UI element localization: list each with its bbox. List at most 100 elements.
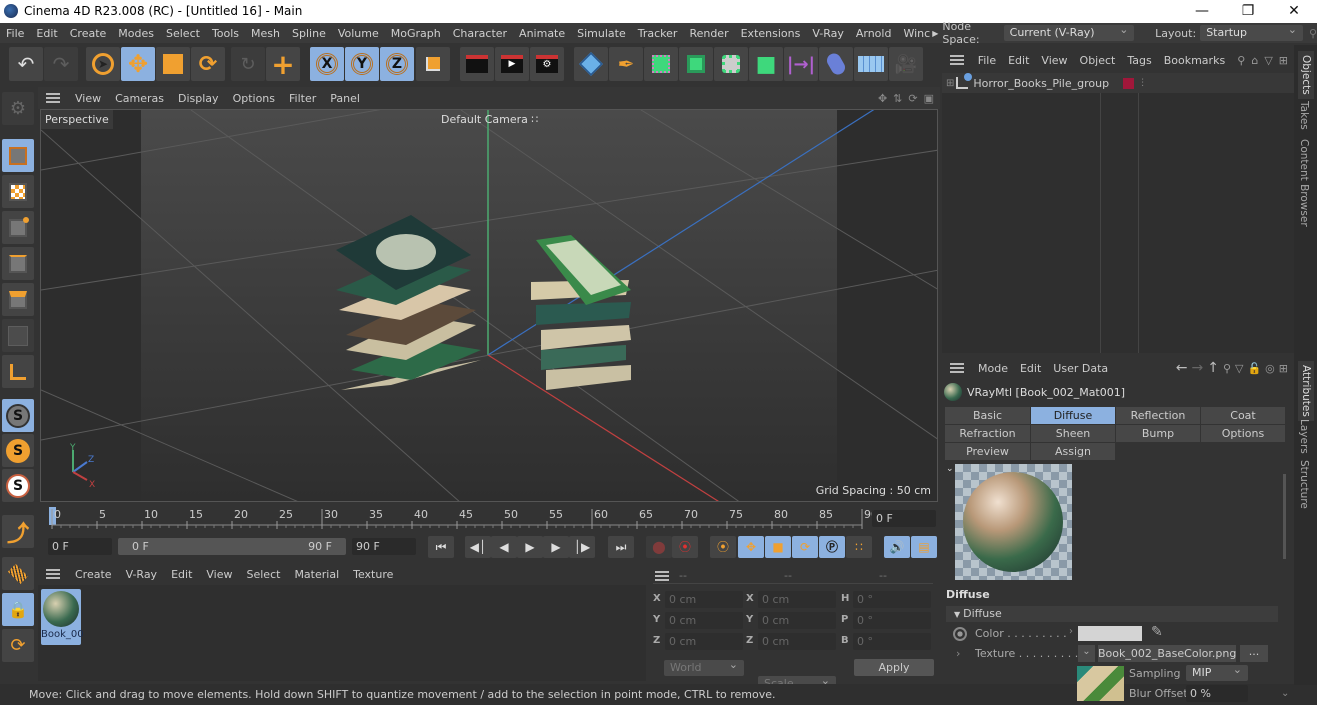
prev-key-button[interactable]: ◀│ (465, 536, 491, 558)
play-button[interactable]: ▶ (517, 536, 543, 558)
object-name[interactable]: Horror_Books_Pile_group (973, 77, 1109, 90)
timeline-ruler[interactable]: 0 5 10 15 20 25 30 35 40 45 50 55 60 65 70 75 80 85 90 (40, 503, 938, 536)
coord-space-dropdown[interactable]: World (664, 657, 744, 676)
apply-button[interactable]: Apply (854, 659, 934, 676)
tab-preview-settings[interactable]: Preview Settings (945, 443, 1030, 475)
search-icon[interactable]: ⚲ (1221, 362, 1233, 375)
material-menu-view[interactable]: View (199, 568, 239, 581)
node-space-dropdown[interactable]: Current (V-Ray) (1003, 22, 1135, 41)
search-icon[interactable]: ⚲ (1234, 54, 1248, 67)
go-to-end-button[interactable]: ⏭ (608, 536, 634, 558)
menu-simulate[interactable]: Simulate (571, 27, 632, 40)
snap-button[interactable]: S (2, 399, 34, 432)
polygon-mode-button[interactable] (2, 283, 34, 316)
coord-value-field[interactable]: 0 cm (758, 591, 836, 608)
coord-value-field[interactable]: 0 cm (665, 612, 743, 629)
filter-icon[interactable]: ▽ (1233, 362, 1245, 375)
recent-tool-button[interactable]: ↻ (231, 47, 265, 81)
viewport-menu-options[interactable]: Options (226, 92, 282, 105)
menu-mesh[interactable]: Mesh (245, 27, 286, 40)
model-mode-button[interactable] (2, 139, 34, 172)
material-swatch[interactable]: Book_00 (41, 589, 84, 645)
locked-workplane-button[interactable]: 🔒 (2, 593, 34, 626)
tweak-button[interactable]: ⤴ (2, 515, 34, 548)
lock-icon[interactable]: 🔓 (1245, 362, 1263, 375)
texture-more-button[interactable]: ... (1240, 645, 1268, 662)
render-picture-viewer-button[interactable]: ▶ (495, 47, 529, 81)
minimize-button[interactable]: — (1179, 0, 1225, 23)
dolly-icon[interactable]: ⇅ (890, 92, 905, 105)
menu-edit[interactable]: Edit (30, 27, 63, 40)
next-frame-button[interactable]: ▶ (543, 536, 569, 558)
texture-mode-button[interactable] (2, 175, 34, 208)
workplane-align-button[interactable]: ⟳ (2, 629, 34, 662)
key-scale-button[interactable]: ■ (765, 536, 791, 558)
tab-bump[interactable]: Bump (1116, 425, 1200, 442)
timeline[interactable]: 0 5 10 15 20 25 30 35 40 45 50 55 60 65 70 75 80 85 90 0 F (40, 503, 938, 536)
cloner-button[interactable] (714, 47, 748, 81)
material-menu-texture[interactable]: Texture (346, 568, 400, 581)
key-pla-button[interactable]: ∷ (846, 536, 872, 558)
key-parameter-button[interactable]: Ⓟ (819, 536, 845, 558)
pan-icon[interactable]: ✥ (875, 92, 890, 105)
key-position-button[interactable]: ✥ (738, 536, 764, 558)
frame-range-slider[interactable]: 0 F 90 F (118, 538, 346, 555)
render-view-button[interactable] (460, 47, 494, 81)
side-tab-layers[interactable]: Layers (1298, 419, 1310, 454)
tab-diffuse[interactable]: Diffuse (1031, 407, 1115, 424)
workplane-button[interactable] (2, 557, 34, 590)
menu-tracker[interactable]: Tracker (632, 27, 684, 40)
keyframe-selection-button[interactable]: ⦿ (710, 536, 736, 558)
objects-menu-file[interactable]: File (972, 54, 1002, 67)
back-icon[interactable]: ← (1174, 360, 1190, 376)
camera-button[interactable]: 🎥 (889, 47, 923, 81)
filter-icon[interactable]: ▽ (1261, 54, 1275, 67)
menu-extensions[interactable]: Extensions (735, 27, 807, 40)
tab-basic[interactable]: Basic (945, 407, 1030, 424)
search-icon[interactable]: ⚲ (1303, 27, 1317, 40)
chevron-right-icon[interactable]: ▶ (932, 29, 942, 38)
uv-mode-button[interactable] (2, 319, 34, 352)
x-axis-button[interactable]: X (310, 47, 344, 81)
key-rotation-button[interactable]: ⟳ (792, 536, 818, 558)
texture-expand-icon[interactable]: › (956, 647, 960, 660)
z-axis-button[interactable]: Z (380, 47, 414, 81)
snap-settings-button[interactable]: S (2, 434, 34, 467)
hamburger-icon[interactable] (950, 55, 964, 65)
forward-icon[interactable]: → (1189, 360, 1205, 376)
menu-modes[interactable]: Modes (112, 27, 160, 40)
menu-mograph[interactable]: MoGraph (385, 27, 447, 40)
autokey-button[interactable]: ⦿ (672, 536, 698, 558)
add-button[interactable]: + (266, 47, 300, 81)
viewport-menu-cameras[interactable]: Cameras (108, 92, 171, 105)
hamburger-icon[interactable] (655, 570, 669, 581)
side-tab-takes[interactable]: Takes (1298, 101, 1310, 130)
viewport-menu-filter[interactable]: Filter (282, 92, 323, 105)
material-menu-material[interactable]: Material (287, 568, 346, 581)
hamburger-icon[interactable] (46, 93, 60, 103)
diffuse-group-header[interactable]: ▼ Diffuse (946, 606, 1278, 622)
scale-button[interactable] (156, 47, 190, 81)
menu-vray[interactable]: V-Ray (806, 27, 850, 40)
menu-window[interactable]: Winc (897, 27, 932, 40)
snap-quantize-button[interactable]: S (2, 469, 34, 502)
pen-button[interactable]: ✒ (609, 47, 643, 81)
extrude-button[interactable] (679, 47, 713, 81)
undo-button[interactable]: ↶ (9, 47, 43, 81)
new-window-icon[interactable]: ⊞ (1277, 362, 1294, 375)
objects-menu-view[interactable]: View (1035, 54, 1073, 67)
close-button[interactable]: ✕ (1271, 0, 1317, 23)
coord-value-field[interactable]: 0 cm (758, 612, 836, 629)
maximize-icon[interactable]: ▣ (921, 92, 940, 105)
viewport-menu-display[interactable]: Display (171, 92, 226, 105)
rotate-button[interactable]: ⟳ (191, 47, 225, 81)
texture-file-button[interactable]: Book_002_BaseColor.png (1098, 645, 1236, 662)
point-mode-button[interactable] (2, 211, 34, 244)
home-icon[interactable]: ⌂ (1248, 54, 1261, 67)
subdivision-button[interactable] (644, 47, 678, 81)
object-row[interactable]: ⊞ Horror_Books_Pile_group ⋮ (942, 73, 1294, 93)
tab-refraction[interactable]: Refraction (945, 425, 1030, 442)
coord-value-field[interactable]: 0 cm (665, 591, 743, 608)
edge-mode-button[interactable] (2, 247, 34, 280)
objects-menu-object[interactable]: Object (1074, 54, 1122, 67)
